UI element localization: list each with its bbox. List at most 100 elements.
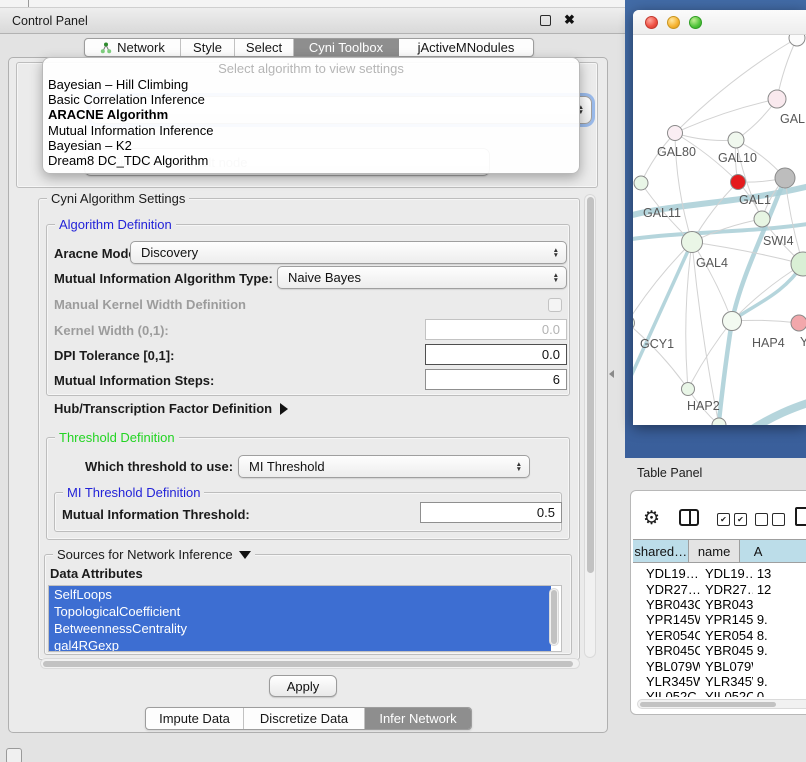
table-row[interactable]: YBR045CYBR045C9. (633, 643, 806, 658)
tab-infer-network[interactable]: Infer Network (365, 708, 471, 729)
tab-label: Network (117, 40, 165, 55)
mi-algorithm-type-combo[interactable]: Naive Bayes (277, 266, 567, 289)
column-header-shared[interactable]: shared… (633, 540, 689, 562)
list-item[interactable]: TopologicalCoefficient (49, 603, 551, 620)
network-canvas[interactable]: GALGAL80GAL10GAL1GAL11SWI4GAL4GCY1HAP4YH… (633, 35, 806, 425)
kernel-width-field[interactable]: 0.0 (425, 319, 567, 340)
tab-select[interactable]: Select (235, 39, 294, 56)
kernel-width-label: Kernel Width (0,1): (54, 323, 169, 338)
apply-button-label: Apply (287, 679, 320, 694)
network-edge[interactable] (777, 38, 797, 99)
algorithm-option[interactable]: Bayesian – Hill Climbing (43, 77, 579, 92)
top-strip-divider (28, 0, 29, 7)
network-edge-highlight[interactable] (732, 264, 803, 321)
panel-collapse-arrow[interactable] (609, 370, 614, 378)
network-node[interactable] (768, 90, 786, 108)
list-item[interactable]: SelfLoops (49, 586, 551, 603)
network-node[interactable] (789, 35, 805, 46)
table-cell: YBR043C (633, 597, 700, 612)
algorithm-option-selected[interactable]: ARACNE Algorithm (43, 107, 579, 122)
network-edge[interactable] (675, 133, 736, 141)
table-row[interactable]: YER054CYER054C8. (633, 628, 806, 643)
dpi-tolerance-field[interactable]: 0.0 (425, 344, 567, 365)
table-row[interactable]: YDL19…YDL19…13 (633, 566, 806, 581)
aracne-mode-combo[interactable]: Discovery (130, 241, 567, 264)
tab-style[interactable]: Style (181, 39, 235, 56)
which-threshold-combo[interactable]: MI Threshold (238, 455, 530, 478)
network-node[interactable] (723, 312, 742, 331)
hub-section-toggle[interactable]: Hub/Transcription Factor Definition (54, 401, 288, 416)
network-node[interactable] (712, 418, 726, 425)
network-edge[interactable] (692, 242, 732, 321)
tab-label: jActiveMNodules (418, 40, 515, 55)
algorithm-option[interactable]: Dream8 DC_TDC Algorithm (43, 153, 579, 168)
table-horizontal-scrollbar[interactable] (637, 699, 806, 709)
float-window-icon[interactable] (540, 15, 551, 26)
document-icon[interactable] (795, 507, 806, 526)
table-row[interactable]: YBL079WYBL079W (633, 658, 806, 673)
deselect-all-checks-icon[interactable] (755, 513, 789, 526)
mi-steps-field[interactable]: 6 (425, 369, 567, 390)
table-row[interactable]: YBR043CYBR043C (633, 597, 806, 612)
mi-steps-value: 6 (553, 372, 560, 387)
sources-toggle[interactable]: Sources for Network Inference (53, 547, 255, 562)
minimized-panel-icon[interactable] (6, 748, 22, 762)
list-scrollbar[interactable] (549, 588, 559, 646)
network-node[interactable] (775, 168, 795, 188)
table-row[interactable]: YLR345WYLR345W9. (633, 674, 806, 689)
algorithm-option[interactable]: Bayesian – K2 (43, 138, 579, 153)
close-panel-icon[interactable] (564, 11, 575, 29)
split-columns-icon[interactable] (679, 509, 699, 526)
zoom-window-icon[interactable] (689, 16, 702, 29)
tab-impute-data[interactable]: Impute Data (146, 708, 244, 729)
table-cell: YER054C (633, 628, 700, 643)
algorithm-option[interactable]: Mutual Information Inference (43, 123, 579, 138)
table-cell: 8. (753, 628, 806, 643)
table-cell: YER054C (700, 628, 753, 643)
network-node[interactable] (728, 132, 744, 148)
tab-network[interactable]: Network (85, 39, 181, 56)
settings-vertical-scrollbar[interactable] (584, 194, 596, 658)
column-header-name[interactable]: name (689, 540, 739, 562)
network-node[interactable] (731, 175, 746, 190)
table-cell: YDL19… (700, 566, 753, 581)
bottom-tabs: Impute Data Discretize Data Infer Networ… (145, 707, 472, 730)
table-row[interactable]: YIL052CYIL052C0. (633, 689, 806, 697)
algorithm-option[interactable]: Basic Correlation Inference (43, 92, 579, 107)
list-item[interactable]: BetweennessCentrality (49, 620, 551, 637)
network-edge-highlight[interactable] (743, 401, 806, 425)
table-row[interactable]: YDR27…YDR27…12 (633, 581, 806, 596)
tab-jactivemnodules[interactable]: jActiveMNodules (399, 39, 533, 56)
network-node[interactable] (682, 383, 695, 396)
manual-kernel-checkbox[interactable] (548, 298, 562, 312)
network-node[interactable] (682, 232, 703, 253)
table-row[interactable]: YPR145WYPR145W9. (633, 612, 806, 627)
tab-discretize-data[interactable]: Discretize Data (244, 708, 365, 729)
sources-title: Sources for Network Inference (57, 547, 233, 562)
mi-threshold-field[interactable]: 0.5 (420, 502, 562, 523)
gear-icon[interactable] (643, 507, 660, 530)
network-edge[interactable] (686, 242, 692, 389)
network-edge[interactable] (732, 320, 799, 323)
network-node[interactable] (754, 211, 770, 227)
network-node[interactable] (791, 315, 806, 331)
tab-cyni-toolbox[interactable]: Cyni Toolbox (294, 39, 399, 56)
expand-down-icon (239, 551, 251, 559)
close-window-icon[interactable] (645, 16, 658, 29)
network-edge[interactable] (675, 38, 797, 133)
network-edge-highlight[interactable] (633, 242, 692, 385)
table-cell: 0. (753, 689, 806, 697)
network-window-titlebar[interactable] (633, 10, 806, 35)
apply-button[interactable]: Apply (269, 675, 337, 697)
network-node[interactable] (634, 176, 648, 190)
list-item[interactable]: gal4RGexp (49, 637, 551, 652)
minimize-window-icon[interactable] (667, 16, 680, 29)
network-node[interactable] (668, 126, 683, 141)
network-node[interactable] (791, 252, 806, 276)
data-attributes-list[interactable]: SelfLoops TopologicalCoefficient Between… (48, 585, 562, 652)
select-all-checks-icon[interactable] (717, 513, 751, 526)
column-header-next[interactable]: A (740, 540, 806, 562)
table-panel-title: Table Panel (637, 466, 702, 480)
network-edge[interactable] (675, 99, 777, 133)
settings-horizontal-scrollbar[interactable] (40, 658, 580, 669)
